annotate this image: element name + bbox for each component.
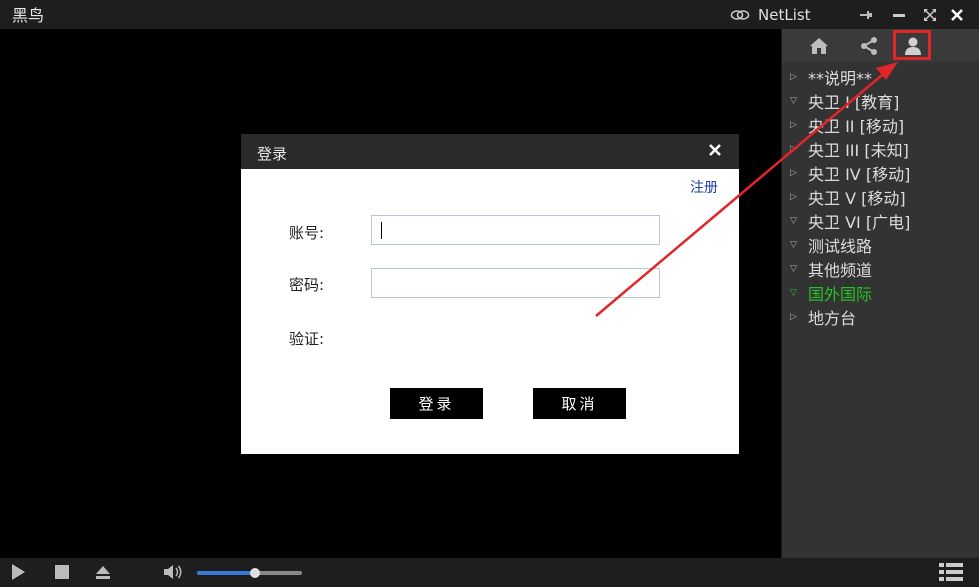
annotation-arrow [595,62,898,317]
